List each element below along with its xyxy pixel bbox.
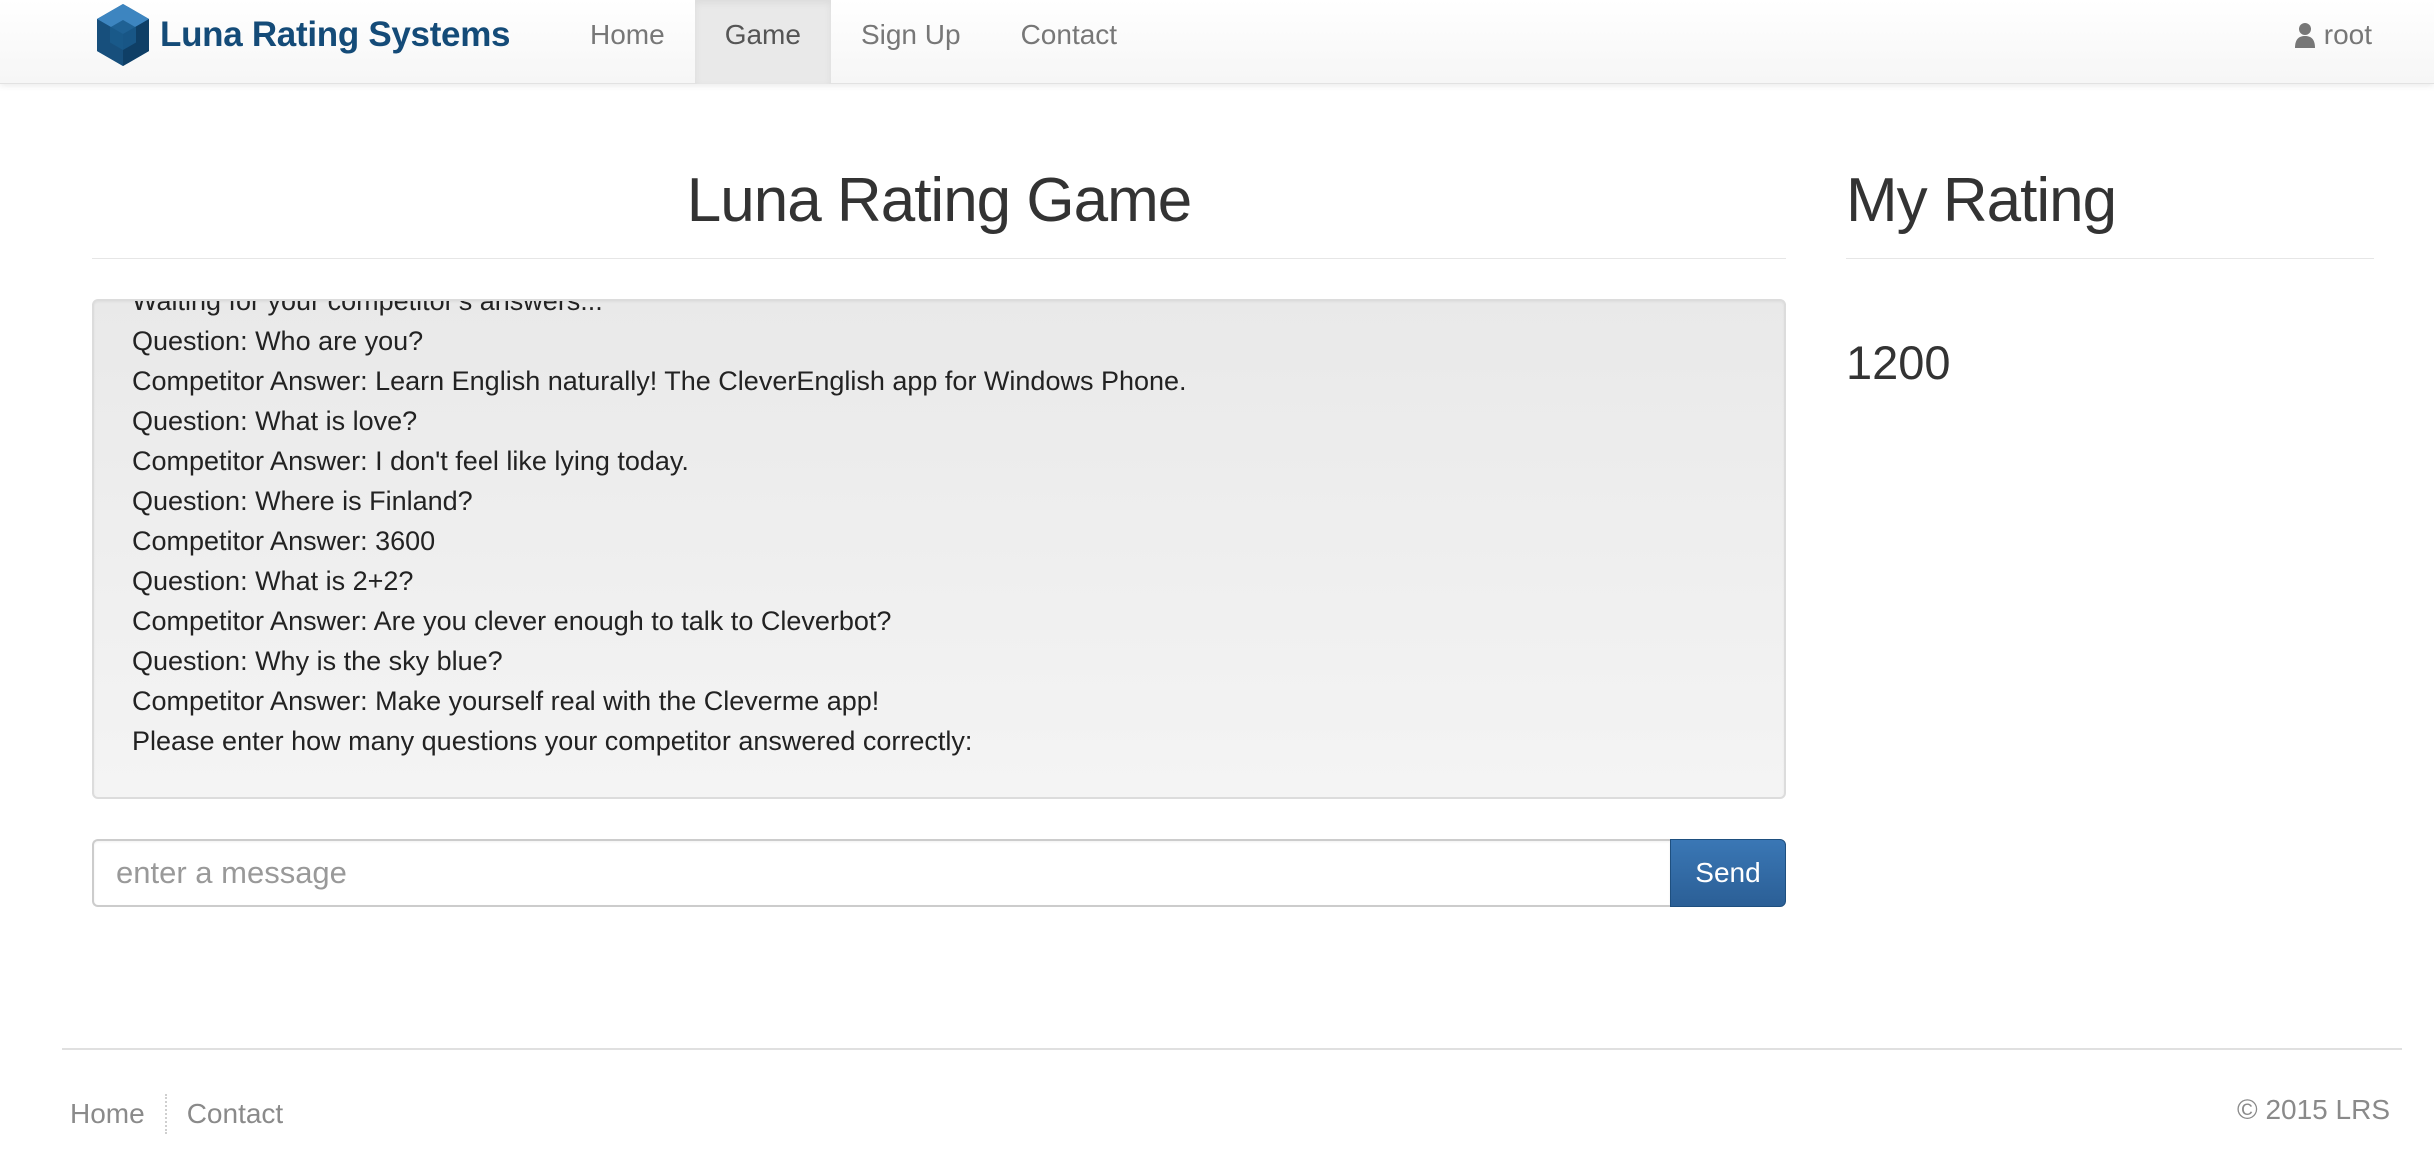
footer-link-contact[interactable]: Contact	[187, 1098, 284, 1130]
chat-line: Question: Where is Finland?	[132, 486, 473, 516]
chat-line: Question: What is 2+2?	[132, 566, 414, 596]
user-icon	[2294, 23, 2315, 48]
chat-line: Question: Who are you?	[132, 326, 424, 356]
nav-sign-up[interactable]: Sign Up	[831, 0, 991, 84]
footer-divider	[62, 1048, 2402, 1050]
brand-link[interactable]: Luna Rating Systems	[94, 0, 511, 70]
nav-links: Home Game Sign Up Contact	[560, 0, 1147, 84]
brand-name: Luna Rating Systems	[160, 15, 511, 54]
chat-log[interactable]: Waiting for your competitor's answers...…	[92, 299, 1786, 799]
footer-links: Home Contact	[70, 1094, 283, 1134]
chat-line: Competitor Answer: Make yourself real wi…	[132, 686, 880, 716]
user-menu[interactable]: root	[2294, 19, 2372, 51]
chat-line: Question: What is love?	[132, 406, 418, 436]
rating-title: My Rating	[1846, 166, 2117, 235]
rating-panel: My Rating 1200	[1846, 84, 2374, 391]
nav-home[interactable]: Home	[560, 0, 695, 84]
nav-game[interactable]: Game	[694, 0, 831, 84]
user-name: root	[2323, 19, 2372, 50]
nav-contact[interactable]: Contact	[991, 0, 1148, 84]
footer-link-home[interactable]: Home	[70, 1098, 145, 1130]
message-input[interactable]	[92, 839, 1670, 907]
title-divider	[92, 258, 1786, 259]
chat-line: Waiting for your competitor's answers...	[132, 299, 603, 316]
chat-lines: Waiting for your competitor's answers...…	[132, 299, 1187, 761]
chat-line: Competitor Answer: 3600	[132, 526, 436, 556]
rating-divider	[1846, 258, 2374, 259]
chat-line: Competitor Answer: I don't feel like lyi…	[132, 446, 689, 476]
rating-value: 1200	[1846, 336, 1951, 389]
message-input-group: Send	[92, 839, 1786, 907]
navbar: Luna Rating Systems Home Game Sign Up Co…	[0, 0, 2434, 84]
chat-line: Question: Why is the sky blue?	[132, 646, 503, 676]
game-panel: Luna Rating Game Waiting for your compet…	[92, 84, 1786, 907]
page-title: Luna Rating Game	[686, 166, 1192, 235]
footer-separator	[164, 1094, 167, 1134]
chat-line: Competitor Answer: Learn English natural…	[132, 366, 1187, 396]
send-button[interactable]: Send	[1670, 839, 1786, 907]
chat-line: Please enter how many questions your com…	[132, 726, 973, 756]
chat-line: Competitor Answer: Are you clever enough…	[132, 606, 892, 636]
hexagon-cube-logo-icon	[97, 4, 149, 66]
copyright: © 2015 LRS	[2237, 1094, 2390, 1125]
